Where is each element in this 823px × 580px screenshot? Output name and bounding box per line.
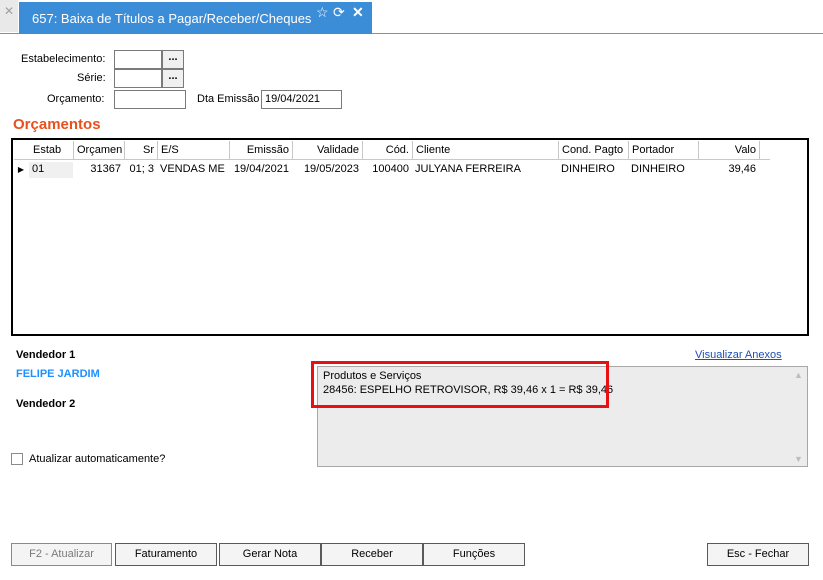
dta-emissao-label: Dta Emissão bbox=[197, 93, 260, 105]
column-header[interactable]: Cód. bbox=[363, 141, 413, 160]
vendedor1-label: Vendedor 1 bbox=[16, 349, 76, 361]
fechar-button[interactable]: Esc - Fechar bbox=[707, 543, 809, 566]
scroll-down-icon[interactable]: ▼ bbox=[794, 454, 803, 464]
receber-button[interactable]: Receber bbox=[321, 543, 423, 566]
estabelecimento-label: Estabelecimento: bbox=[21, 53, 106, 65]
highlight-box bbox=[311, 361, 609, 408]
close-icon[interactable]: ✕ bbox=[0, 0, 18, 32]
cell-valor[interactable]: 39,46 bbox=[698, 162, 759, 178]
orcamento-label: Orçamento: bbox=[47, 93, 105, 105]
tab-title: 657: Baixa de Títulos a Pagar/Receber/Ch… bbox=[32, 11, 312, 26]
section-title: Orçamentos bbox=[13, 116, 101, 133]
estabelecimento-field[interactable] bbox=[114, 50, 162, 69]
cell-validade[interactable]: 19/05/2023 bbox=[292, 162, 362, 178]
tab-baixa-titulos[interactable]: 657: Baixa de Títulos a Pagar/Receber/Ch… bbox=[19, 2, 372, 34]
cell-cond-pagto[interactable]: DINHEIRO bbox=[558, 162, 628, 178]
cell-codigo[interactable]: 100400 bbox=[362, 162, 412, 178]
column-header[interactable]: E/S bbox=[158, 141, 230, 160]
cell-es[interactable]: VENDAS ME bbox=[157, 162, 229, 178]
vendedor1-name: FELIPE JARDIM bbox=[16, 368, 100, 380]
grid-header: Estab Orçamen Sr E/S Emissão Validade Có… bbox=[14, 141, 770, 160]
column-header[interactable]: Estab bbox=[30, 141, 74, 160]
atualizar-button[interactable]: F2 - Atualizar bbox=[11, 543, 112, 566]
faturamento-button[interactable]: Faturamento bbox=[115, 543, 217, 566]
close-icon[interactable]: ✕ bbox=[352, 4, 364, 20]
cell-orcamento[interactable]: 31367 bbox=[73, 162, 124, 178]
column-header[interactable]: Orçamen bbox=[74, 141, 125, 160]
tab-bar: ✕ 657: Baixa de Títulos a Pagar/Receber/… bbox=[0, 0, 823, 34]
cell-cliente[interactable]: JULYANA FERREIRA bbox=[412, 162, 558, 178]
column-header[interactable]: Cond. Pagto bbox=[559, 141, 629, 160]
gerar-nota-button[interactable]: Gerar Nota bbox=[219, 543, 321, 566]
auto-update-label: Atualizar automaticamente? bbox=[29, 453, 166, 465]
serie-label: Série: bbox=[77, 72, 106, 84]
cell-emissao[interactable]: 19/04/2021 bbox=[229, 162, 292, 178]
serie-field[interactable] bbox=[114, 69, 162, 88]
column-header[interactable]: Cliente bbox=[413, 141, 559, 160]
cell-estab[interactable]: 01 bbox=[29, 162, 73, 178]
vendedor2-label: Vendedor 2 bbox=[16, 398, 76, 410]
serie-lookup-button[interactable]: ... bbox=[162, 69, 184, 88]
column-header[interactable]: Validade bbox=[293, 141, 363, 160]
dta-emissao-field[interactable]: 19/04/2021 bbox=[261, 90, 342, 109]
cell-portador[interactable]: DINHEIRO bbox=[628, 162, 698, 178]
cell-serie[interactable]: 01; 3 bbox=[124, 162, 157, 178]
column-header[interactable]: Valo bbox=[699, 141, 760, 160]
column-header[interactable]: Emissão bbox=[230, 141, 293, 160]
estabelecimento-lookup-button[interactable]: ... bbox=[162, 50, 184, 69]
orcamento-field[interactable] bbox=[114, 90, 186, 109]
row-pointer-icon: ▶ bbox=[17, 165, 25, 174]
auto-update-checkbox[interactable] bbox=[11, 453, 23, 465]
orcamentos-grid[interactable]: Estab Orçamen Sr E/S Emissão Validade Có… bbox=[11, 138, 809, 336]
funcoes-button[interactable]: Funções bbox=[423, 543, 525, 566]
refresh-icon[interactable]: ⟳ bbox=[333, 4, 345, 20]
column-header[interactable]: Portador bbox=[629, 141, 699, 160]
column-header[interactable]: Sr bbox=[125, 141, 158, 160]
star-icon[interactable]: ☆ bbox=[316, 4, 329, 20]
scroll-up-icon[interactable]: ▲ bbox=[794, 370, 803, 380]
visualizar-anexos-link[interactable]: Visualizar Anexos bbox=[695, 349, 782, 361]
memo-scrollbar[interactable]: ▲ ▼ bbox=[791, 367, 807, 466]
